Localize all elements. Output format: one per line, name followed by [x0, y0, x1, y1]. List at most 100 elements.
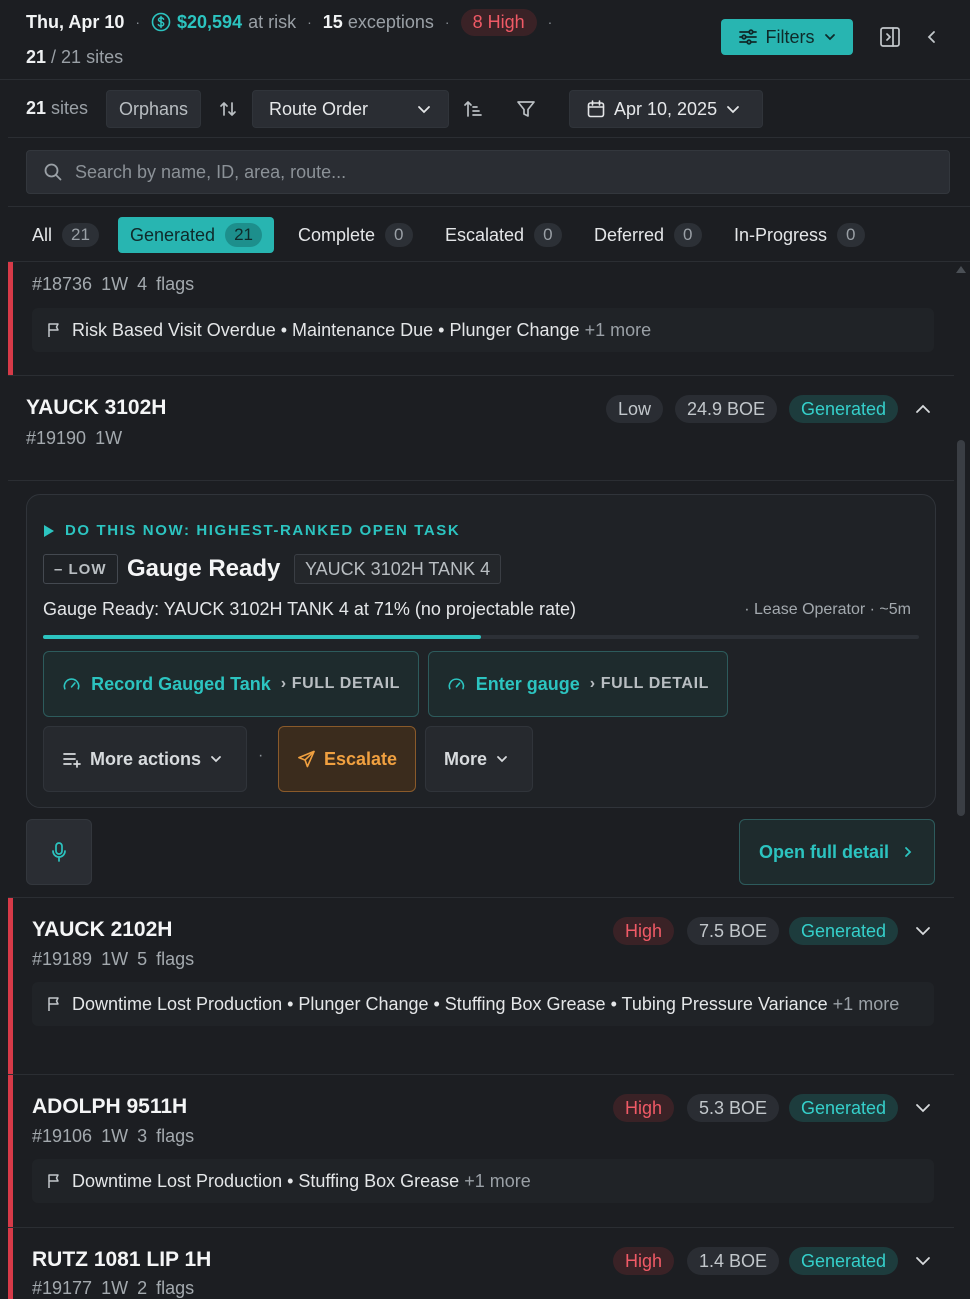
gauge-icon: [63, 678, 80, 690]
play-icon: [44, 524, 54, 537]
status-badge: Generated: [789, 395, 899, 423]
more-button[interactable]: More: [425, 726, 533, 792]
flags-box: Downtime Lost Production • Stuffing Box …: [32, 1159, 934, 1203]
tab-escalated[interactable]: Escalated 0: [433, 217, 574, 253]
list-plus-icon: [63, 753, 81, 768]
action-separator: ·: [258, 747, 264, 764]
chevron-right-icon: [905, 847, 912, 857]
sort-direction-button[interactable]: [216, 97, 240, 121]
site-meta: #19106 1W 3 flags: [32, 1126, 195, 1146]
summary-line: Thu, Apr 10 · $20,594 at risk · 15 excep…: [26, 8, 563, 36]
scroll-up-arrow-icon[interactable]: [955, 264, 967, 274]
site-card-expanded: YAUCK 3102H #19190 1W Low 24.9 BOE Gener…: [8, 376, 954, 898]
tab-deferred[interactable]: Deferred 0: [582, 217, 714, 253]
status-badge: Generated: [789, 1247, 899, 1275]
task-title: Gauge Ready: [127, 555, 281, 582]
site-meta: #19190 1W: [26, 428, 123, 448]
flag-icon: [48, 997, 59, 1011]
task-owner: · Lease Operator · ~5m: [744, 601, 911, 618]
orphans-button[interactable]: Orphans: [106, 90, 202, 128]
gauge-icon: [448, 678, 465, 690]
flag-icon: [48, 1174, 59, 1188]
flag-icon: [48, 323, 59, 337]
chevron-down-icon: [727, 106, 739, 114]
tab-complete[interactable]: Complete 0: [286, 217, 425, 253]
sort-order-button[interactable]: [461, 97, 485, 121]
sidebar-panel-icon: [880, 27, 900, 47]
toolbar: 21 sites Orphans Route Order Apr 10, 202…: [8, 80, 970, 138]
task-progress-fill: [43, 635, 481, 639]
flags-box: Downtime Lost Production • Plunger Chang…: [32, 982, 934, 1026]
sites-count: 21 / 21 sites: [26, 47, 124, 67]
boe-badge: 5.3 BOE: [687, 1094, 780, 1122]
site-list: #18736 1W 4 flags Risk Based Visit Overd…: [8, 262, 954, 1299]
voice-input-button[interactable]: [26, 819, 92, 885]
boe-badge: 24.9 BOE: [675, 395, 778, 423]
boe-badge: 1.4 BOE: [687, 1247, 780, 1275]
status-badge: Generated: [789, 917, 899, 945]
microphone-icon: [52, 842, 66, 862]
collapse-button[interactable]: [920, 25, 944, 49]
site-meta: #18736 1W 4 flags: [32, 274, 195, 294]
tab-generated[interactable]: Generated 21: [118, 217, 274, 253]
enter-gauge-button[interactable]: Enter gauge › FULL DETAIL: [428, 651, 728, 717]
chevron-down-icon[interactable]: [913, 1098, 933, 1118]
header: Thu, Apr 10 · $20,594 at risk · 15 excep…: [0, 0, 970, 80]
tab-all[interactable]: All 21: [20, 217, 111, 253]
high-count-badge[interactable]: 8 High: [460, 8, 537, 36]
tab-in-progress[interactable]: In-Progress 0: [722, 217, 877, 253]
site-card[interactable]: ADOLPH 9511H #19106 1W 3 flags High 5.3 …: [8, 1075, 954, 1228]
status-tabs: All 21 Generated 21 Complete 0 Escalated 0 D…: [8, 206, 970, 262]
search-input[interactable]: [75, 161, 949, 183]
panel-toggle-button[interactable]: [878, 25, 902, 49]
record-gauged-tank-button[interactable]: Record Gauged Tank › FULL DETAIL: [43, 651, 419, 717]
priority-badge: High: [613, 1247, 675, 1275]
priority-badge: High: [613, 917, 675, 945]
boe-badge: 7.5 BOE: [687, 917, 780, 945]
chevron-left-icon: [927, 31, 935, 43]
chevron-down-icon: [418, 106, 430, 114]
priority-badge: Low: [606, 395, 664, 423]
chevron-down-icon: [497, 756, 507, 763]
tank-tag: YAUCK 3102H TANK 4: [294, 554, 502, 584]
task-description: Gauge Ready: YAUCK 3102H TANK 4 at 71% (…: [43, 599, 576, 619]
filters-button[interactable]: Filters: [721, 19, 853, 55]
do-now-heading: DO THIS NOW: HIGHEST-RANKED OPEN TASK: [43, 522, 460, 539]
priority-badge: High: [613, 1094, 675, 1122]
sliders-icon: [738, 29, 757, 45]
chevron-down-icon[interactable]: [913, 921, 933, 941]
search-bar[interactable]: [26, 150, 950, 194]
site-meta: #19177 1W 2 flags: [32, 1278, 195, 1298]
date-picker-button[interactable]: Apr 10, 2025: [569, 90, 763, 128]
task-panel: DO THIS NOW: HIGHEST-RANKED OPEN TASK – …: [26, 494, 936, 808]
status-badge: Generated: [789, 1094, 899, 1122]
scrollbar-thumb[interactable]: [957, 440, 965, 816]
task-progress-bar: [43, 635, 919, 639]
site-name[interactable]: YAUCK 3102H: [26, 396, 166, 420]
site-card[interactable]: #18736 1W 4 flags Risk Based Visit Overd…: [8, 262, 954, 376]
site-card[interactable]: RUTZ 1081 LIP 1H #19177 1W 2 flags High …: [8, 1228, 954, 1299]
more-actions-button[interactable]: More actions: [43, 726, 247, 792]
open-full-detail-button[interactable]: Open full detail: [739, 819, 935, 885]
site-name: YAUCK 2102H: [32, 918, 173, 941]
sort-arrows-icon: [220, 102, 236, 116]
send-icon: [298, 750, 315, 768]
toolbar-sites-count: 21 sites: [26, 98, 89, 118]
calendar-icon: [587, 100, 605, 118]
funnel-icon: [517, 101, 535, 117]
task-priority-tag: – LOW: [43, 554, 118, 584]
site-name: RUTZ 1081 LIP 1H: [32, 1248, 212, 1271]
site-name: ADOLPH 9511H: [32, 1095, 188, 1118]
escalate-button[interactable]: Escalate: [278, 726, 416, 792]
search-icon: [44, 163, 62, 181]
sort-select[interactable]: Route Order: [252, 90, 449, 128]
filter-button[interactable]: [514, 97, 538, 121]
flags-box: Risk Based Visit Overdue • Maintenance D…: [32, 308, 934, 352]
chevron-down-icon[interactable]: [913, 1251, 933, 1271]
chevron-down-icon: [211, 756, 221, 763]
dollar-circle-icon: [151, 12, 171, 32]
sort-ascending-icon: [464, 101, 482, 117]
site-card[interactable]: YAUCK 2102H #19189 1W 5 flags High 7.5 B…: [8, 898, 954, 1075]
site-meta: #19189 1W 5 flags: [32, 949, 195, 969]
chevron-up-icon[interactable]: [913, 399, 933, 419]
